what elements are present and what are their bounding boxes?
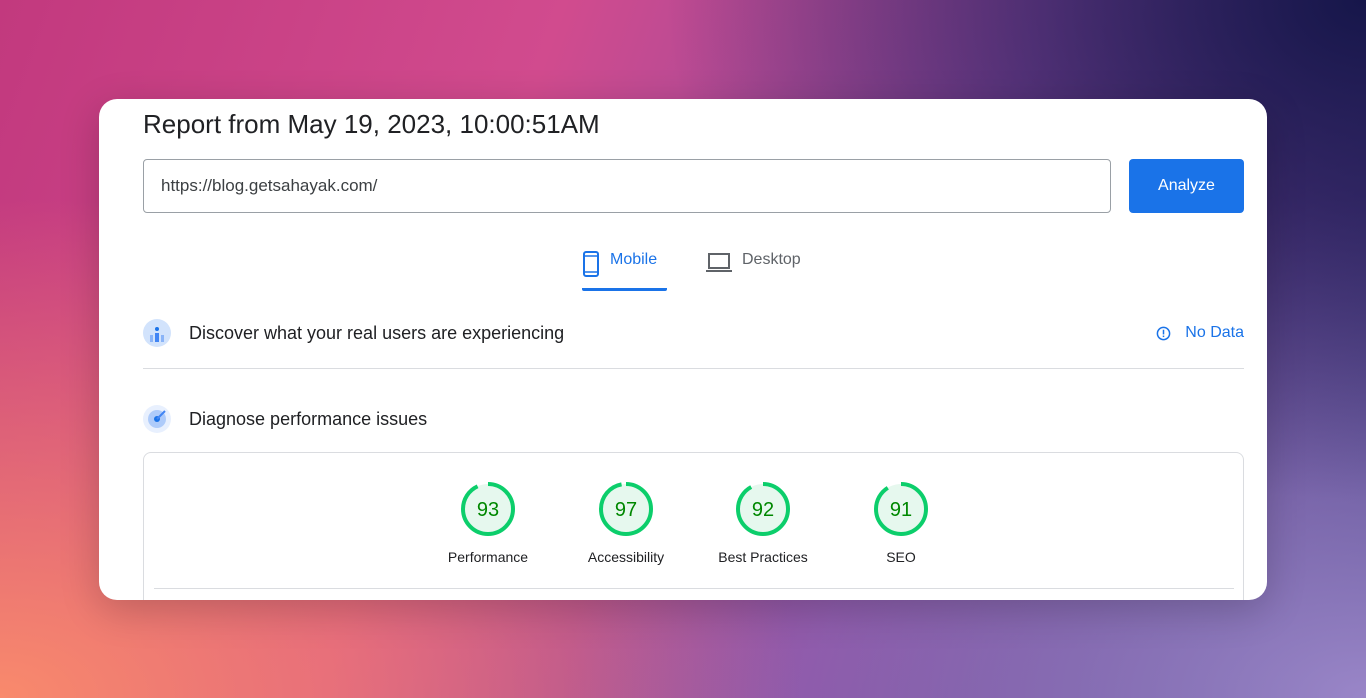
score-label: Best Practices xyxy=(718,549,808,565)
info-icon xyxy=(1156,326,1171,340)
diagnose-section: Diagnose performance issues xyxy=(143,405,427,433)
analyze-button[interactable]: Analyze xyxy=(1129,159,1244,213)
section-title: Diagnose performance issues xyxy=(189,408,428,429)
section-title: Discover what your real users are experi… xyxy=(189,322,565,343)
tab-mobile[interactable]: Mobile xyxy=(582,247,667,291)
real-users-section: Discover what your real users are experi… xyxy=(143,319,564,347)
score-value: 97 xyxy=(615,499,637,521)
report-card: Report from May 19, 2023, 10:00:51AM Ana… xyxy=(99,99,1267,600)
score-gauge-accessibility[interactable]: 97 Accessibility xyxy=(566,480,686,565)
users-icon xyxy=(143,319,171,347)
score-label: SEO xyxy=(886,549,916,565)
divider xyxy=(143,368,1244,369)
no-data-link[interactable]: No Data xyxy=(1156,324,1244,342)
diagnose-icon xyxy=(143,405,171,433)
score-value: 91 xyxy=(890,499,912,521)
tab-label: Desktop xyxy=(742,251,801,268)
score-gauge-best-practices[interactable]: 92 Best Practices xyxy=(703,480,823,565)
score-value: 92 xyxy=(752,499,774,521)
gauge-ring: 92 xyxy=(736,482,790,536)
smartphone-icon xyxy=(583,251,599,277)
scores-panel: 93 Performance 97 Accessibility 92 Best … xyxy=(143,452,1244,600)
gauge-ring: 91 xyxy=(874,482,928,536)
gauge-ring: 97 xyxy=(599,482,653,536)
no-data-label: No Data xyxy=(1185,324,1244,341)
tab-label: Mobile xyxy=(610,251,658,268)
laptop-icon xyxy=(706,253,732,272)
report-title: Report from May 19, 2023, 10:00:51AM xyxy=(143,109,600,139)
divider xyxy=(154,588,1234,589)
score-gauge-seo[interactable]: 91 SEO xyxy=(841,480,961,565)
gauge-ring: 93 xyxy=(461,482,515,536)
score-label: Performance xyxy=(447,549,529,565)
score-gauge-performance[interactable]: 93 Performance xyxy=(428,480,548,565)
url-input[interactable] xyxy=(143,159,1111,213)
score-value: 93 xyxy=(477,499,499,521)
score-label: Accessibility xyxy=(587,549,665,565)
tab-desktop[interactable]: Desktop xyxy=(706,247,801,291)
